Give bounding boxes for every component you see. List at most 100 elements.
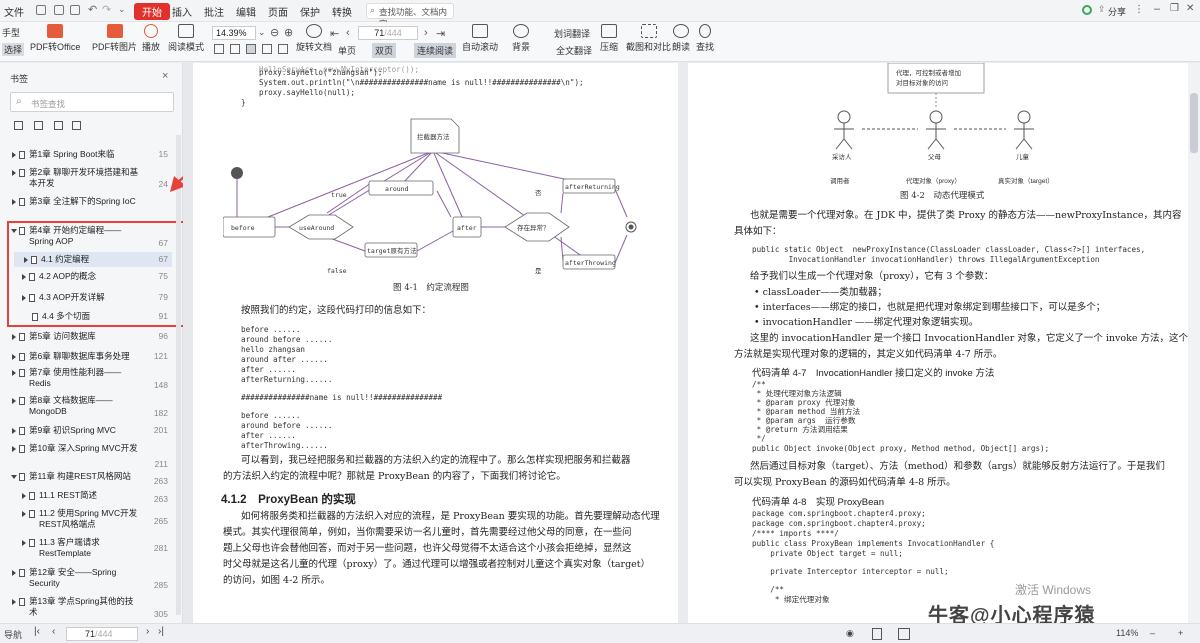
expand-all-icon[interactable] xyxy=(14,121,23,130)
double-page-button[interactable]: 双页 xyxy=(372,43,397,58)
double-view-icon[interactable] xyxy=(898,628,910,640)
zoom-out-icon[interactable]: ⊖ xyxy=(270,26,279,39)
sidebar-item-ch10[interactable]: 第10章 深入Spring MVC开发 211 xyxy=(12,443,172,469)
zoom-dropdown-icon[interactable]: ⌄ xyxy=(258,27,266,38)
find-button[interactable]: 查找 xyxy=(696,24,714,53)
more-menu-icon[interactable]: ⋮ xyxy=(1134,4,1144,15)
sidebar-item-4-3[interactable]: 4.3 AOP开发详解 79 xyxy=(12,292,172,303)
cloud-sync-icon[interactable] xyxy=(1082,5,1092,15)
first-page-icon[interactable]: ⇤ xyxy=(330,27,339,40)
auto-scroll-button[interactable]: 自动滚动 xyxy=(462,24,498,53)
translate-button[interactable]: 划词翻译 xyxy=(554,27,590,40)
true-label: true xyxy=(331,191,347,199)
read-mode-button[interactable]: 阅读模式 xyxy=(168,24,204,53)
select-tool[interactable]: 选择 xyxy=(2,43,25,56)
sidebar-item-ch11[interactable]: 第11章 构建REST风格网站 263 xyxy=(11,471,172,486)
sidebar-scrollbar[interactable] xyxy=(176,135,181,615)
delete-bookmark-icon[interactable] xyxy=(72,121,81,130)
moon-icon xyxy=(513,24,529,38)
sidebar-item-11-3[interactable]: 11.3 客户端请求RestTemplate 281 xyxy=(12,537,172,559)
zoom-out-icon[interactable]: – xyxy=(1150,628,1155,638)
sidebar-item-4-4[interactable]: 4.4 多个切面 91 xyxy=(12,311,172,322)
page-number-input[interactable]: 71/444 xyxy=(358,26,418,40)
share-button[interactable]: 分享 xyxy=(1108,5,1126,18)
eye-icon[interactable]: ◉ xyxy=(846,628,854,639)
code-line: proxy.sayHello("zhangsan"); xyxy=(259,68,383,77)
vertical-scrollbar[interactable] xyxy=(1188,63,1200,623)
fit-page-icon[interactable] xyxy=(214,44,224,54)
first-page-icon[interactable]: |‹ xyxy=(34,626,40,637)
zoom-in-icon[interactable]: ⊕ xyxy=(284,26,293,39)
zoom-level: 114% xyxy=(1116,628,1139,638)
full-translate-button[interactable]: 全文翻译 xyxy=(556,44,592,57)
tab-edit[interactable]: 编辑 xyxy=(236,4,256,19)
sidebar-item-ch2[interactable]: 第2章 聊聊开发环境搭建和基本开发 24 xyxy=(12,167,172,189)
undo-icon[interactable]: ↶ xyxy=(88,3,97,16)
sidebar-item-4-1[interactable]: 4.1 约定编程 67 xyxy=(14,252,172,267)
next-page-icon[interactable]: › xyxy=(424,27,428,39)
select-text-icon[interactable] xyxy=(262,44,272,54)
status-page-input[interactable]: 71/444 xyxy=(66,627,138,641)
sidebar-item-ch7[interactable]: 第7章 使用性能利器——Redis 148 xyxy=(12,367,172,390)
sidebar-item-ch4[interactable]: 第4章 开始约定编程——Spring AOP 67 xyxy=(11,225,172,248)
tab-page[interactable]: 页面 xyxy=(268,4,288,19)
open-icon[interactable] xyxy=(54,5,64,15)
add-bookmark-icon[interactable] xyxy=(54,121,63,130)
print-icon[interactable] xyxy=(70,5,80,15)
sidebar-item-ch5[interactable]: 第5章 访问数据库 96 xyxy=(12,331,172,342)
tab-start[interactable]: 开始 xyxy=(134,3,170,20)
sidebar-item-4-2[interactable]: 4.2 AOP的概念 75 xyxy=(12,271,172,282)
zoom-in-icon[interactable]: + xyxy=(1178,628,1183,638)
tab-comment[interactable]: 批注 xyxy=(204,4,224,19)
new-icon[interactable] xyxy=(36,5,46,15)
single-page-button[interactable]: 单页 xyxy=(338,44,356,57)
screenshot-compare-button[interactable]: 截图和对比 xyxy=(626,24,671,53)
scroll-thumb[interactable] xyxy=(1190,93,1198,153)
sidebar-item-ch13[interactable]: 第13章 学点Spring其他的技术 305 xyxy=(12,596,172,619)
sidebar-item-ch6[interactable]: 第6章 聊聊数据库事务处理 121 xyxy=(12,351,172,362)
code-line: package com.springboot.chapter4.proxy; xyxy=(752,509,926,518)
pdf-to-image-button[interactable]: PDF转图片 xyxy=(92,24,137,53)
next-page-icon[interactable]: › xyxy=(146,626,149,637)
background-button[interactable]: 背景 xyxy=(512,24,530,53)
bookmark-search-input[interactable]: ⌕ 书签查找 xyxy=(10,92,174,112)
sidebar-item-ch9[interactable]: 第9章 初识Spring MVC 201 xyxy=(12,425,172,436)
more-icon[interactable]: ⌄ xyxy=(118,4,126,15)
single-view-icon[interactable] xyxy=(872,628,882,640)
sidebar-item-ch12[interactable]: 第12章 安全——Spring Security 285 xyxy=(12,567,172,590)
pdf-to-office-button[interactable]: PDF转Office xyxy=(30,24,80,53)
minimize-icon[interactable]: – xyxy=(1154,3,1160,15)
sidebar-item-ch1[interactable]: 第1章 Spring Boot来临 15 xyxy=(12,149,172,160)
continuous-read-button[interactable]: 连续阅读 xyxy=(414,43,457,58)
redo-icon[interactable]: ↷ xyxy=(102,3,111,16)
menu-file[interactable]: 文件 xyxy=(4,4,24,19)
rotate-button[interactable]: 旋转文档 xyxy=(296,24,332,53)
parent-leg xyxy=(935,138,945,150)
sidebar-item-11-1[interactable]: 11.1 REST简述 263 xyxy=(12,490,172,504)
last-page-icon[interactable]: ›| xyxy=(158,626,164,637)
sidebar-item-ch8[interactable]: 第8章 文档数据库——MongoDB 182 xyxy=(12,395,172,418)
read-aloud-button[interactable]: 朗读 xyxy=(672,24,690,53)
collapse-all-icon[interactable] xyxy=(34,121,43,130)
fit-width-icon[interactable] xyxy=(230,44,240,54)
hand-tool[interactable]: 手型 xyxy=(2,26,20,39)
close-icon[interactable]: ✕ xyxy=(1186,3,1194,14)
prev-page-icon[interactable]: ‹ xyxy=(52,626,55,637)
tab-convert[interactable]: 转换 xyxy=(332,4,352,19)
sidebar-item-ch3[interactable]: 第3章 全注解下的Spring IoC xyxy=(12,196,172,207)
actual-size-icon[interactable] xyxy=(246,44,256,54)
sidebar-item-11-2[interactable]: 11.2 使用Spring MVC开发REST风格端点 265 xyxy=(12,508,172,530)
search-box[interactable]: ⌕ 查找功能、文档内容 xyxy=(366,3,454,29)
restore-icon[interactable]: ❐ xyxy=(1170,3,1179,14)
share-icon[interactable]: ⇪ xyxy=(1098,4,1106,15)
tab-insert[interactable]: 插入 xyxy=(172,4,192,19)
compress-button[interactable]: 压缩 xyxy=(600,24,618,53)
panel-close-icon[interactable]: × xyxy=(162,70,168,82)
tab-protect[interactable]: 保护 xyxy=(300,4,320,19)
output-line: hello zhangsan xyxy=(241,345,306,354)
prev-page-icon[interactable]: ‹ xyxy=(346,27,350,39)
last-page-icon[interactable]: ⇥ xyxy=(436,27,445,40)
snapshot-icon[interactable] xyxy=(278,44,288,54)
zoom-input[interactable]: 14.39% xyxy=(212,26,256,40)
play-button[interactable]: 播放 xyxy=(142,24,160,53)
